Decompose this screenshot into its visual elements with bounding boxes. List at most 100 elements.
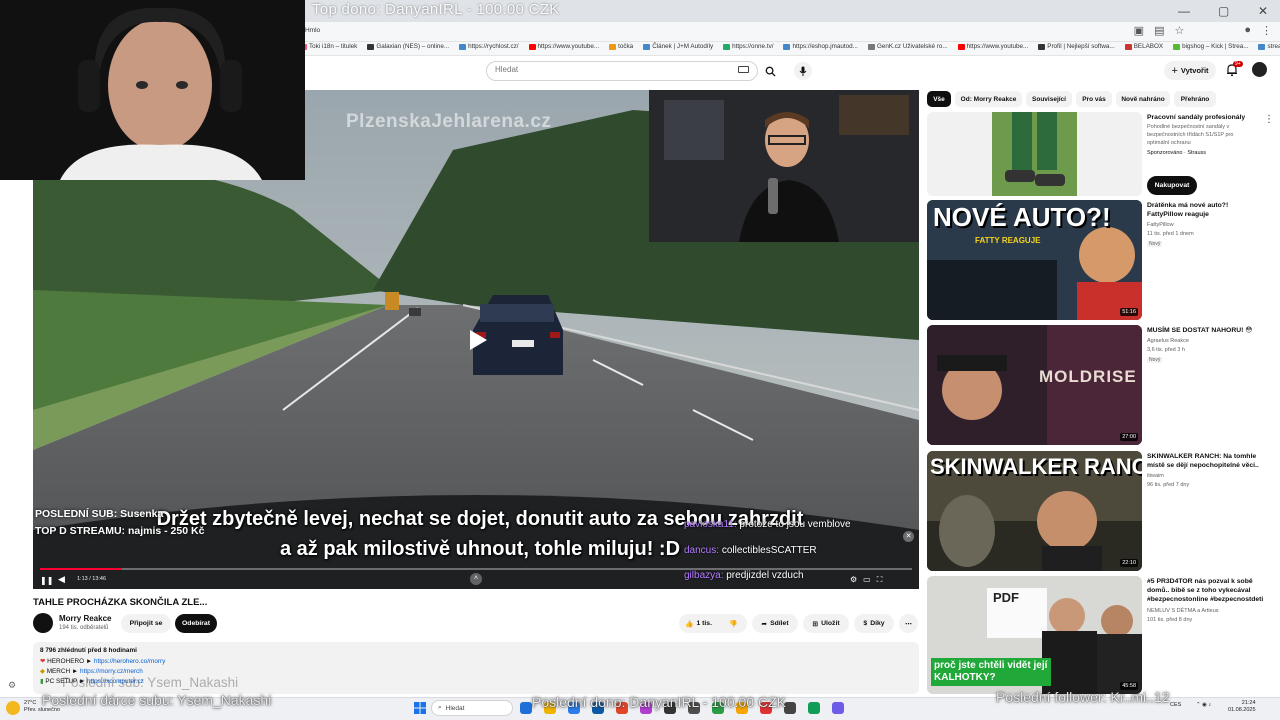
bookmark-label: BELABOX — [1133, 43, 1164, 50]
rec-title[interactable]: Drátěnka má nové auto?! FattyPillow reag… — [1147, 201, 1265, 219]
join-button[interactable]: Připojit se — [121, 614, 171, 633]
volume-icon[interactable]: ◀ — [58, 574, 65, 585]
taskbar-search[interactable]: ⌕ Hledat — [431, 700, 513, 716]
like-button[interactable]: 👍 1 tis. 👎 — [679, 614, 747, 633]
bookmark-favicon-icon — [1124, 43, 1132, 50]
profile-icon[interactable]: ● — [1244, 24, 1251, 37]
weather-sun-icon — [6, 701, 20, 715]
bookmark-label: https://www.youtube... — [966, 43, 1029, 50]
create-button[interactable]: + Vytvořit — [1164, 61, 1216, 80]
chip-for-you[interactable]: Pro vás — [1076, 91, 1112, 107]
rec-channel[interactable]: itiwaim — [1147, 472, 1164, 480]
rec-channel[interactable]: FattyPillow — [1147, 221, 1174, 229]
chat-message: pavloska11: protože to jsou vemblove — [684, 519, 851, 530]
description-link[interactable]: https://herohero.co/morry — [94, 658, 165, 665]
thanks-button[interactable]: $ Díky — [854, 614, 894, 633]
chip-new-uploads[interactable]: Nově nahráno — [1116, 91, 1170, 107]
search-input[interactable] — [486, 61, 758, 81]
bookmark-item[interactable]: https://eshop.jmautod... — [783, 43, 858, 50]
browser-menu-icon[interactable]: ⋮ — [1261, 24, 1272, 37]
video-thumbnail[interactable]: NOVÉ AUTO?! FATTY REAGUJE 51:16 — [927, 200, 1142, 320]
voice-search-button[interactable] — [794, 62, 812, 80]
play-icon[interactable] — [464, 327, 490, 353]
chat-user: dancus: — [684, 545, 720, 556]
video-thumbnail[interactable]: PDF proč jste chtěli vidět její KALHOTKY… — [927, 576, 1142, 694]
new-badge: Nový — [1147, 357, 1163, 363]
chip-all[interactable]: Vše — [927, 91, 951, 107]
bookmark-item[interactable]: https://rychlost.cz/ — [459, 43, 519, 50]
thumbs-down-icon[interactable]: 👎 — [729, 620, 737, 628]
bookmark-item[interactable]: https://www.youtube... — [957, 43, 1029, 50]
description-prefix: MERCH ► — [46, 668, 79, 675]
bookmark-item[interactable]: stream — [1258, 43, 1280, 50]
bookmark-favicon-icon — [783, 43, 791, 50]
save-button[interactable]: ⊞ Uložit — [803, 614, 849, 633]
cast-icon[interactable]: ▤ — [1154, 24, 1164, 37]
taskbar-app-icon[interactable] — [832, 702, 844, 714]
bookmark-item[interactable]: Galaxian (NES) – online... — [367, 43, 449, 50]
close-chat-overlay-icon[interactable]: ✕ — [903, 531, 914, 542]
microphone-icon — [799, 66, 807, 76]
player-settings-controls[interactable]: ⚙▭⛶ — [850, 575, 888, 585]
subscribe-button[interactable]: Odebírat — [175, 614, 217, 633]
chevron-up-icon[interactable]: ˄ — [470, 573, 482, 585]
taskbar-app-icon[interactable] — [808, 702, 820, 714]
bookmark-favicon-icon — [1038, 43, 1046, 50]
search-button[interactable] — [760, 62, 780, 80]
settings-gear-icon[interactable]: ⚙ — [8, 680, 16, 691]
shop-button[interactable]: Nakupovat — [1147, 176, 1197, 195]
rec-title[interactable]: Pracovní sandály profesionály — [1147, 113, 1265, 122]
bookmark-favicon-icon — [1258, 43, 1266, 50]
rec-channel[interactable]: Agraelus Reakce — [1147, 337, 1189, 345]
save-icon: ⊞ — [812, 620, 819, 628]
ad-thumbnail[interactable] — [927, 112, 1142, 196]
description-link[interactable]: https://morry.cz/merch — [80, 668, 143, 675]
bookmark-item[interactable]: bigshog – Kick | Strea... — [1173, 43, 1248, 50]
bookmark-item[interactable]: https://www.youtube... — [528, 43, 599, 50]
bookmark-item[interactable]: točka — [609, 43, 633, 50]
bookmark-item[interactable]: https://onne.tv/ — [723, 43, 773, 50]
chat-text: protože to jsou vemblove — [739, 519, 851, 530]
rec-title[interactable]: MUSÍM SE DOSTAT NAHORU! 😳 — [1147, 326, 1265, 335]
close-window-icon[interactable]: ✕ — [1258, 4, 1268, 18]
maximize-icon[interactable]: ▢ — [1218, 4, 1229, 18]
progress-bar[interactable] — [40, 568, 912, 570]
description-line: ❤ HEROHERO ► https://herohero.co/morry — [40, 657, 165, 665]
windows-start-icon[interactable] — [414, 702, 426, 714]
minimize-icon[interactable]: — — [1178, 4, 1190, 18]
video-thumbnail[interactable]: SKINWALKER RANCH 22:10 — [927, 451, 1142, 571]
video-thumbnail[interactable]: MOLDRISE 27:00 — [927, 325, 1142, 445]
last-sub-ghost-overlay: Poslední sub: Ysem_Nakashi — [62, 675, 239, 690]
rec-title[interactable]: SKINWALKER RANCH: Na tomhle místě se děj… — [1147, 452, 1265, 470]
more-actions-icon[interactable]: ⋯ — [899, 614, 918, 633]
view-count: 8 796 zhlédnutí před 8 hodinami — [40, 647, 137, 654]
rec-channel[interactable]: NEMLUV S DĚTMA a Artieus — [1147, 607, 1219, 615]
clock-time: 21:24 — [1241, 700, 1256, 706]
share-button[interactable]: ➦ Sdílet — [752, 614, 798, 633]
channel-name[interactable]: Morry Reakce — [59, 614, 111, 623]
guest-webcam — [649, 90, 919, 242]
rec-title[interactable]: #5 PR3D4TOR nás pozval k sobě domů.. bib… — [1147, 577, 1265, 604]
taskbar-app-icon[interactable] — [520, 702, 532, 714]
plus-icon: + — [1171, 64, 1178, 77]
bookmark-item[interactable]: BELABOX — [1124, 43, 1164, 50]
tray-icons[interactable]: ⌃ ◉ ♪ — [1196, 702, 1211, 708]
chip-from-channel[interactable]: Od: Morry Reakce — [955, 91, 1022, 107]
bookmark-item[interactable]: GenK.cz Uživatelské ro... — [867, 43, 948, 50]
channel-avatar[interactable] — [33, 613, 53, 633]
pause-icon[interactable]: ❚❚ — [40, 576, 53, 585]
extension-icon[interactable]: ▣ — [1134, 24, 1144, 37]
more-options-icon[interactable]: ⋮ — [1264, 114, 1274, 125]
keyboard-icon[interactable] — [738, 66, 749, 73]
bookmark-item[interactable]: Profil | Nejlepší softwa... — [1038, 43, 1115, 50]
thumbnail-headline: NOVÉ AUTO?! — [933, 202, 1111, 232]
video-title: TAHLE PROCHÁZKA SKONČILA ZLE... — [33, 597, 208, 608]
bookmark-star-icon[interactable]: ☆ — [1174, 24, 1184, 37]
bookmark-item[interactable]: Toki i18n – titulek — [300, 43, 357, 50]
bookmark-item[interactable]: Článek | J+M Autodíly — [643, 43, 713, 50]
account-avatar[interactable] — [1252, 62, 1267, 77]
taskbar-clock[interactable]: 21:24 01.08.2025 — [1228, 700, 1256, 714]
system-tray[interactable]: CES — [1170, 702, 1181, 708]
chip-related[interactable]: Související — [1026, 91, 1072, 107]
chip-watched[interactable]: Přehráno — [1174, 91, 1216, 107]
